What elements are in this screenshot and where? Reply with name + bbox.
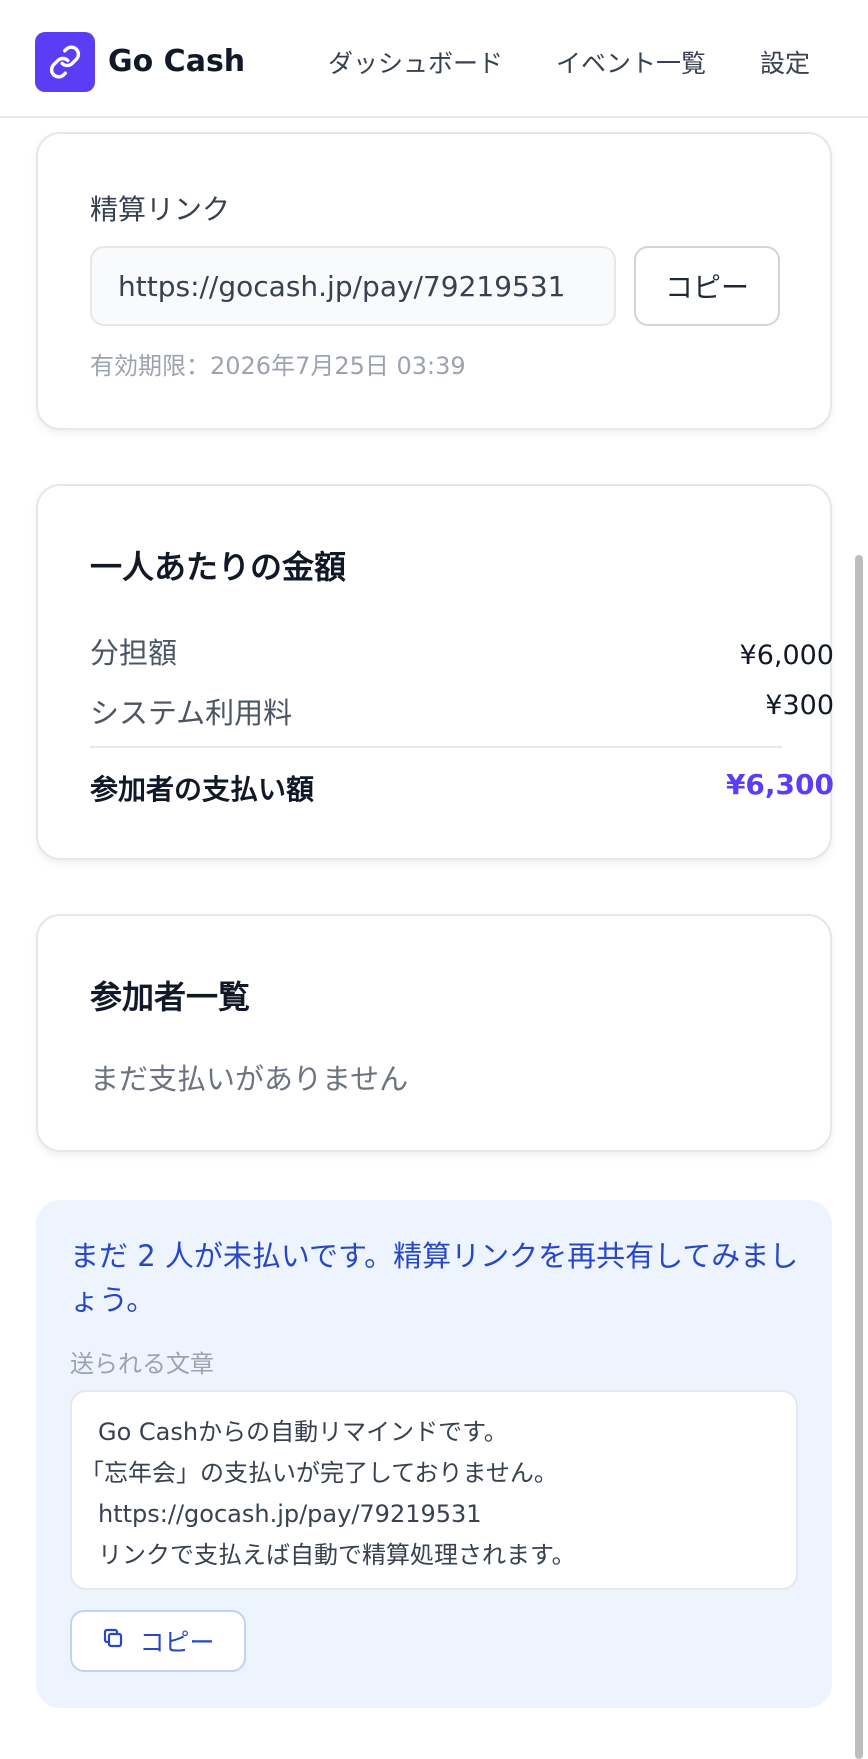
reminder-line: https://gocash.jp/pay/79219531 bbox=[98, 1500, 482, 1528]
system-fee-value: ¥300 bbox=[765, 690, 834, 721]
nav-event-list[interactable]: イベント一覧 bbox=[556, 44, 706, 80]
link-icon[interactable] bbox=[35, 32, 95, 92]
brand-name[interactable]: Go Cash bbox=[108, 44, 245, 79]
reminder-line: 「忘年会」の支払いが完了しておりません。 bbox=[80, 1459, 558, 1487]
app-header: Go Cash ダッシュボード イベント一覧 設定 bbox=[0, 0, 868, 118]
settlement-link-card: 精算リンク https://gocash.jp/pay/79219531 コピー… bbox=[36, 132, 832, 430]
copy-reminder-label: コピー bbox=[139, 1628, 215, 1657]
scrollbar-thumb[interactable] bbox=[855, 555, 863, 1759]
settlement-link-label: 精算リンク bbox=[90, 193, 231, 226]
copy-reminder-button[interactable]: コピー bbox=[70, 1610, 246, 1672]
total-payment-value: ¥6,300 bbox=[725, 768, 834, 801]
reminder-message-box[interactable]: Go Cashからの自動リマインドです。 「忘年会」の支払いが完了しておりません… bbox=[70, 1390, 798, 1590]
total-payment-label: 参加者の支払い額 bbox=[90, 773, 315, 806]
expiry-text: 有効期限：2026年7月25日 03:39 bbox=[90, 352, 466, 380]
amount-divider bbox=[90, 746, 782, 748]
settlement-url-text: https://gocash.jp/pay/79219531 bbox=[118, 269, 566, 303]
reminder-line: Go Cashからの自動リマインドです。 bbox=[98, 1418, 508, 1446]
reminder-panel: まだ 2 人が未払いです。精算リンクを再共有してみましょう。 送られる文章 Go… bbox=[36, 1200, 832, 1708]
no-payments-text: まだ支払いがありません bbox=[90, 1062, 409, 1096]
participants-title: 参加者一覧 bbox=[90, 978, 251, 1016]
share-amount-value: ¥6,000 bbox=[739, 640, 834, 671]
participants-card: 参加者一覧 まだ支払いがありません bbox=[36, 914, 832, 1152]
copy-link-button[interactable]: コピー bbox=[634, 246, 780, 326]
system-fee-label: システム利用料 bbox=[90, 696, 293, 730]
nav-dashboard[interactable]: ダッシュボード bbox=[328, 44, 503, 80]
sent-message-label: 送られる文章 bbox=[70, 1350, 214, 1378]
copy-icon bbox=[101, 1626, 125, 1656]
per-person-amount-card: 一人あたりの金額 分担額 ¥6,000 システム利用料 ¥300 参加者の支払い… bbox=[36, 484, 834, 860]
unpaid-reminder-message: まだ 2 人が未払いです。精算リンクを再共有してみましょう。 bbox=[70, 1239, 799, 1317]
reminder-line: リンクで支払えば自動で精算処理されます。 bbox=[98, 1541, 576, 1569]
amount-card-title: 一人あたりの金額 bbox=[90, 548, 347, 586]
share-amount-label: 分担額 bbox=[90, 636, 178, 670]
nav-settings[interactable]: 設定 bbox=[760, 44, 810, 80]
settlement-url-field[interactable]: https://gocash.jp/pay/79219531 bbox=[90, 246, 616, 326]
